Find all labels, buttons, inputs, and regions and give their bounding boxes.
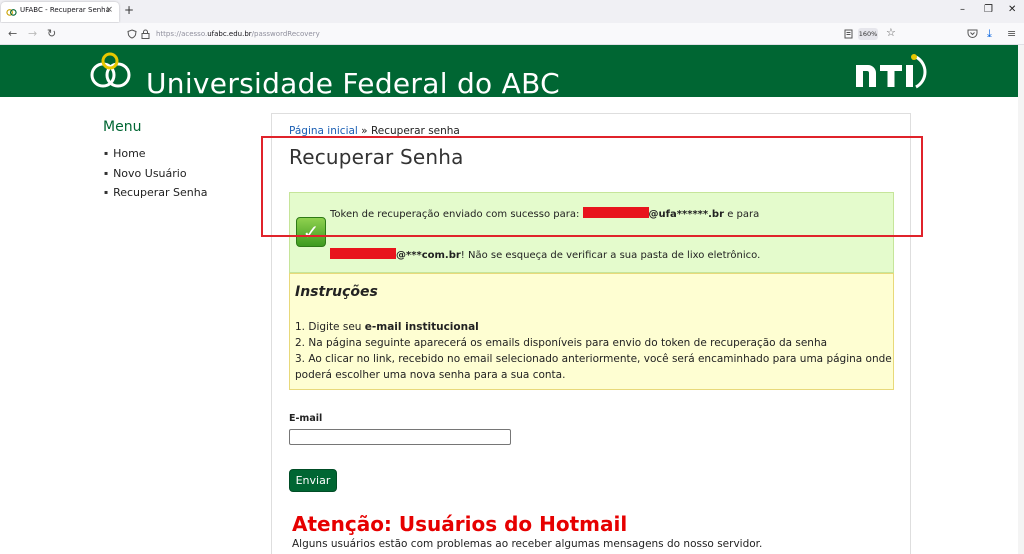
close-window-button[interactable]: ✕: [1008, 4, 1016, 15]
instruction-3-cont: poderá escolher uma nova senha para a su…: [295, 369, 566, 381]
menu-item-recuperar-senha[interactable]: Recuperar Senha: [104, 186, 207, 206]
restore-button[interactable]: ❐: [984, 4, 993, 15]
email-field[interactable]: [289, 429, 511, 445]
instruction-2: 2. Na página seguinte aparecerá os email…: [295, 337, 828, 349]
zoom-indicator[interactable]: 160%: [858, 28, 878, 40]
browser-tab[interactable]: UFABC - Recuperar Senha ×: [1, 2, 119, 22]
enviar-button[interactable]: Enviar: [289, 469, 337, 492]
instructions-list: 1. Digite seu e-mail institucional 2. Na…: [295, 319, 892, 383]
email-2: @***com.br: [396, 250, 461, 261]
redacted-block: [330, 248, 396, 259]
nti-logo-icon[interactable]: [852, 53, 932, 91]
menu-title: Menu: [103, 119, 142, 135]
shield-icon[interactable]: [127, 29, 137, 39]
menu-item-novo-usuario[interactable]: Novo Usuário: [104, 167, 207, 187]
tab-title: UFABC - Recuperar Senha: [20, 6, 110, 14]
instructions-box: Instruções 1. Digite seu e-mail instituc…: [289, 273, 894, 390]
bookmark-star-icon[interactable]: ☆: [886, 26, 896, 39]
hotmail-warning-title: Atenção: Usuários do Hotmail: [292, 512, 628, 536]
browser-navbar: ← → ↻ https://acesso.ufabc.edu.br/passwo…: [0, 23, 1024, 45]
minimize-button[interactable]: –: [960, 4, 965, 15]
hotmail-warning-text: Alguns usuários estão com problemas ao r…: [292, 538, 763, 550]
ufabc-favicon-icon: [6, 9, 17, 16]
new-tab-button[interactable]: +: [124, 3, 134, 17]
page-scrollbar[interactable]: [1018, 45, 1024, 554]
url-bar[interactable]: https://acesso.ufabc.edu.br/passwordReco…: [118, 25, 906, 43]
reload-icon[interactable]: ↻: [47, 27, 56, 40]
forward-icon[interactable]: →: [28, 27, 37, 40]
menu-list: Home Novo Usuário Recuperar Senha: [104, 147, 207, 206]
instructions-title: Instruções: [295, 284, 378, 300]
menu-hamburger-icon[interactable]: ≡: [1007, 27, 1016, 40]
web-page: Universidade Federal do ABC Menu Home No…: [0, 45, 1024, 554]
lock-icon[interactable]: [141, 29, 150, 39]
reader-view-icon[interactable]: [844, 29, 853, 39]
email-label: E-mail: [289, 413, 323, 424]
site-header: Universidade Federal do ABC: [0, 45, 1024, 100]
pocket-icon[interactable]: [967, 29, 978, 39]
downloads-icon[interactable]: ⤓: [987, 27, 992, 41]
success-line-2: @***com.br! Não se esqueça de verificar …: [330, 248, 760, 261]
instruction-3: 3. Ao clicar no link, recebido no email …: [295, 353, 892, 365]
instruction-1: 1. Digite seu e-mail institucional: [295, 321, 479, 333]
tab-close-icon[interactable]: ×: [105, 5, 113, 15]
ufabc-logo-icon[interactable]: [88, 51, 132, 91]
back-icon[interactable]: ←: [8, 27, 17, 40]
site-title: Universidade Federal do ABC: [146, 67, 561, 100]
highlight-annotation: [261, 136, 923, 237]
menu-item-home[interactable]: Home: [104, 147, 207, 167]
browser-tab-bar: UFABC - Recuperar Senha × + – ❐ ✕: [0, 0, 1024, 23]
url-text[interactable]: https://acesso.ufabc.edu.br/passwordReco…: [156, 30, 320, 38]
